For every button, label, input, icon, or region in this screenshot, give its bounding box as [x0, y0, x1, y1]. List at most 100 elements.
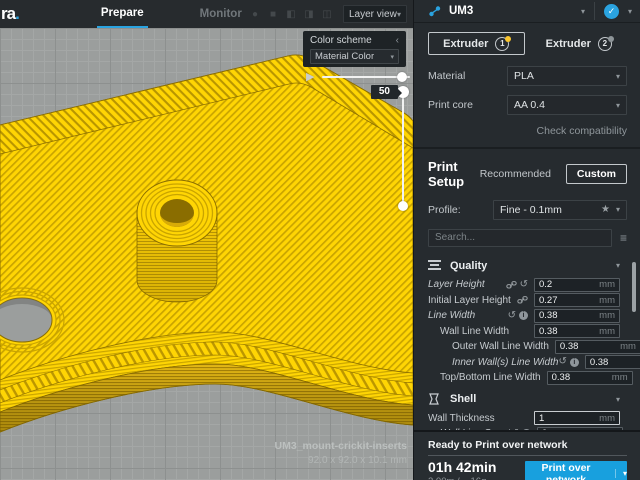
revert-icon[interactable]: ↺: [520, 280, 528, 290]
setting-unit: mm: [599, 279, 615, 290]
print-setup-title: Print Setup: [428, 159, 469, 189]
chevron-down-icon: ▾: [615, 469, 627, 478]
setting-row: Initial Layer Height 0.27mm: [428, 292, 620, 308]
setting-label: Initial Layer Height: [428, 295, 511, 306]
print-estimates: 01h 42min 2.00m / ~ 16g: [428, 460, 496, 480]
cura-logo: ra.: [0, 4, 19, 24]
layer-slider-lower-handle[interactable]: [398, 201, 408, 211]
model-name: UM3_mount-crickit-inserts: [275, 440, 407, 452]
setting-row: Layer Height ↺ 0.2mm: [428, 277, 620, 293]
info-icon[interactable]: i: [519, 311, 528, 320]
print-core-dropdown[interactable]: AA 0.4 ▾: [507, 95, 627, 115]
recommended-mode-button[interactable]: Recommended: [469, 164, 562, 184]
info-icon[interactable]: i: [522, 429, 531, 430]
machine-header[interactable]: UM3 ▾ ✓ ▾: [414, 0, 640, 23]
viewport-3d[interactable]: ra. Prepare Monitor ● ■ ◧ ◨ ◫ Layer view…: [0, 0, 413, 480]
category-label: Shell: [450, 393, 476, 405]
view-preset-left-icon[interactable]: ◨: [303, 9, 315, 20]
extruder-number-badge: 2: [598, 37, 612, 51]
color-scheme-panel: Color scheme ‹ Material Color ▾: [303, 31, 406, 67]
settings-list[interactable]: Quality▾Layer Height↺0.2mmInitial Layer …: [414, 252, 640, 430]
quality-icon: [428, 260, 442, 271]
setting-value: 1: [539, 413, 544, 424]
setting-label: Inner Wall(s) Line Width: [428, 357, 558, 368]
print-core-value: AA 0.4: [514, 99, 545, 111]
sliced-model[interactable]: [0, 28, 413, 480]
revert-icon[interactable]: ↺: [508, 311, 516, 321]
setting-label: Outer Wall Line Width: [428, 341, 549, 352]
color-scheme-title: Color scheme: [310, 35, 372, 46]
setting-value: 0.38: [560, 341, 579, 352]
setting-row: Top/Bottom Line Width0.38mm: [428, 370, 620, 386]
print-button-label: Print over network: [525, 462, 607, 480]
setting-value-input[interactable]: 0.38 mm: [555, 340, 640, 354]
profile-row: Profile: Fine - 0.1mm ★ ▾: [428, 200, 627, 220]
simulation-slider-handle[interactable]: [397, 72, 407, 82]
material-dropdown[interactable]: PLA ▾: [507, 66, 627, 86]
view-preset-right-icon[interactable]: ◫: [321, 9, 333, 20]
view-preset-front-icon[interactable]: ■: [267, 9, 279, 20]
profile-dropdown[interactable]: Fine - 0.1mm ★ ▾: [493, 200, 627, 220]
extruder-1-tab[interactable]: Extruder1: [428, 32, 525, 55]
settings-menu-icon[interactable]: ≡: [620, 231, 627, 245]
print-core-label: Print core: [428, 99, 473, 111]
material-value: PLA: [514, 70, 534, 82]
header-divider: [594, 2, 595, 20]
setting-value-input[interactable]: 2: [537, 427, 623, 430]
extruder-2-tab[interactable]: Extruder 2: [531, 32, 628, 55]
setting-value-input[interactable]: 0.27mm: [534, 293, 620, 307]
view-mode-dropdown[interactable]: Layer view ▾: [343, 5, 407, 23]
chevron-down-icon: ▾: [390, 53, 394, 61]
print-over-network-button[interactable]: Print over network ▾: [525, 461, 627, 480]
settings-scrollbar[interactable]: [632, 262, 636, 312]
extruder-tab-label: Extruder: [546, 38, 591, 50]
divider: [428, 455, 627, 456]
setting-label: Layer Height: [428, 279, 485, 290]
chevron-down-icon[interactable]: ▾: [581, 7, 585, 16]
setting-row: Inner Wall(s) Line Width↺i0.38mm: [428, 354, 620, 370]
view-preset-3d-icon[interactable]: ●: [249, 9, 261, 20]
layer-slider-track[interactable]: [402, 92, 404, 208]
extruder-tab-label: Extruder: [443, 38, 488, 50]
material-row: Material PLA ▾: [428, 66, 627, 86]
custom-mode-button[interactable]: Custom: [566, 164, 627, 184]
setting-value-input[interactable]: 0.38mm: [534, 324, 620, 338]
view-preset-top-icon[interactable]: ◧: [285, 9, 297, 20]
setting-unit: mm: [620, 341, 636, 352]
chevron-down-icon[interactable]: ▾: [628, 7, 632, 16]
profile-value: Fine - 0.1mm: [500, 204, 562, 216]
star-icon: ★: [601, 204, 610, 215]
extruder-tabs: Extruder1Extruder2: [428, 32, 627, 55]
revert-icon[interactable]: ↺: [510, 429, 518, 430]
category-quality[interactable]: Quality▾: [428, 255, 620, 277]
search-input[interactable]: [428, 229, 612, 247]
color-scheme-dropdown[interactable]: Material Color ▾: [310, 49, 399, 64]
info-icon[interactable]: i: [570, 358, 579, 367]
tab-monitor[interactable]: Monitor: [196, 0, 246, 28]
setting-value: 2: [542, 428, 547, 430]
setting-value-input[interactable]: 0.38mm: [585, 355, 640, 369]
collapse-left-icon[interactable]: ‹: [396, 35, 399, 46]
setting-label: Wall Line Count: [428, 428, 510, 430]
sidebar: UM3 ▾ ✓ ▾ Extruder1Extruder2 Material PL…: [413, 0, 640, 480]
setting-value-input[interactable]: 0.38mm: [547, 371, 633, 385]
viewport-topbar: ra. Prepare Monitor ● ■ ◧ ◨ ◫ Layer view…: [0, 0, 413, 28]
play-icon[interactable]: ▶: [306, 72, 314, 83]
setting-label: Wall Line Width: [428, 326, 509, 337]
chevron-down-icon: ▾: [616, 72, 620, 81]
setting-value-input[interactable]: 1mm: [534, 411, 620, 425]
setting-unit: mm: [599, 310, 615, 321]
revert-icon[interactable]: ↺: [558, 357, 566, 367]
setting-value: 0.38: [590, 357, 609, 368]
tab-prepare[interactable]: Prepare: [97, 0, 148, 28]
setting-row: Line Width↺i0.38mm: [428, 308, 620, 324]
chevron-down-icon: ▾: [616, 101, 620, 110]
connection-ok-icon: ✓: [604, 4, 619, 19]
check-compatibility-link[interactable]: Check compatibility: [414, 125, 627, 137]
setting-value-input[interactable]: 0.2mm: [534, 278, 620, 292]
view-preset-icons: ● ■ ◧ ◨ ◫: [249, 9, 333, 20]
setting-value-input[interactable]: 0.38mm: [534, 309, 620, 323]
category-shell[interactable]: Shell▾: [428, 388, 620, 410]
print-core-row: Print core AA 0.4 ▾: [428, 95, 627, 115]
material-label: Material: [428, 70, 465, 82]
